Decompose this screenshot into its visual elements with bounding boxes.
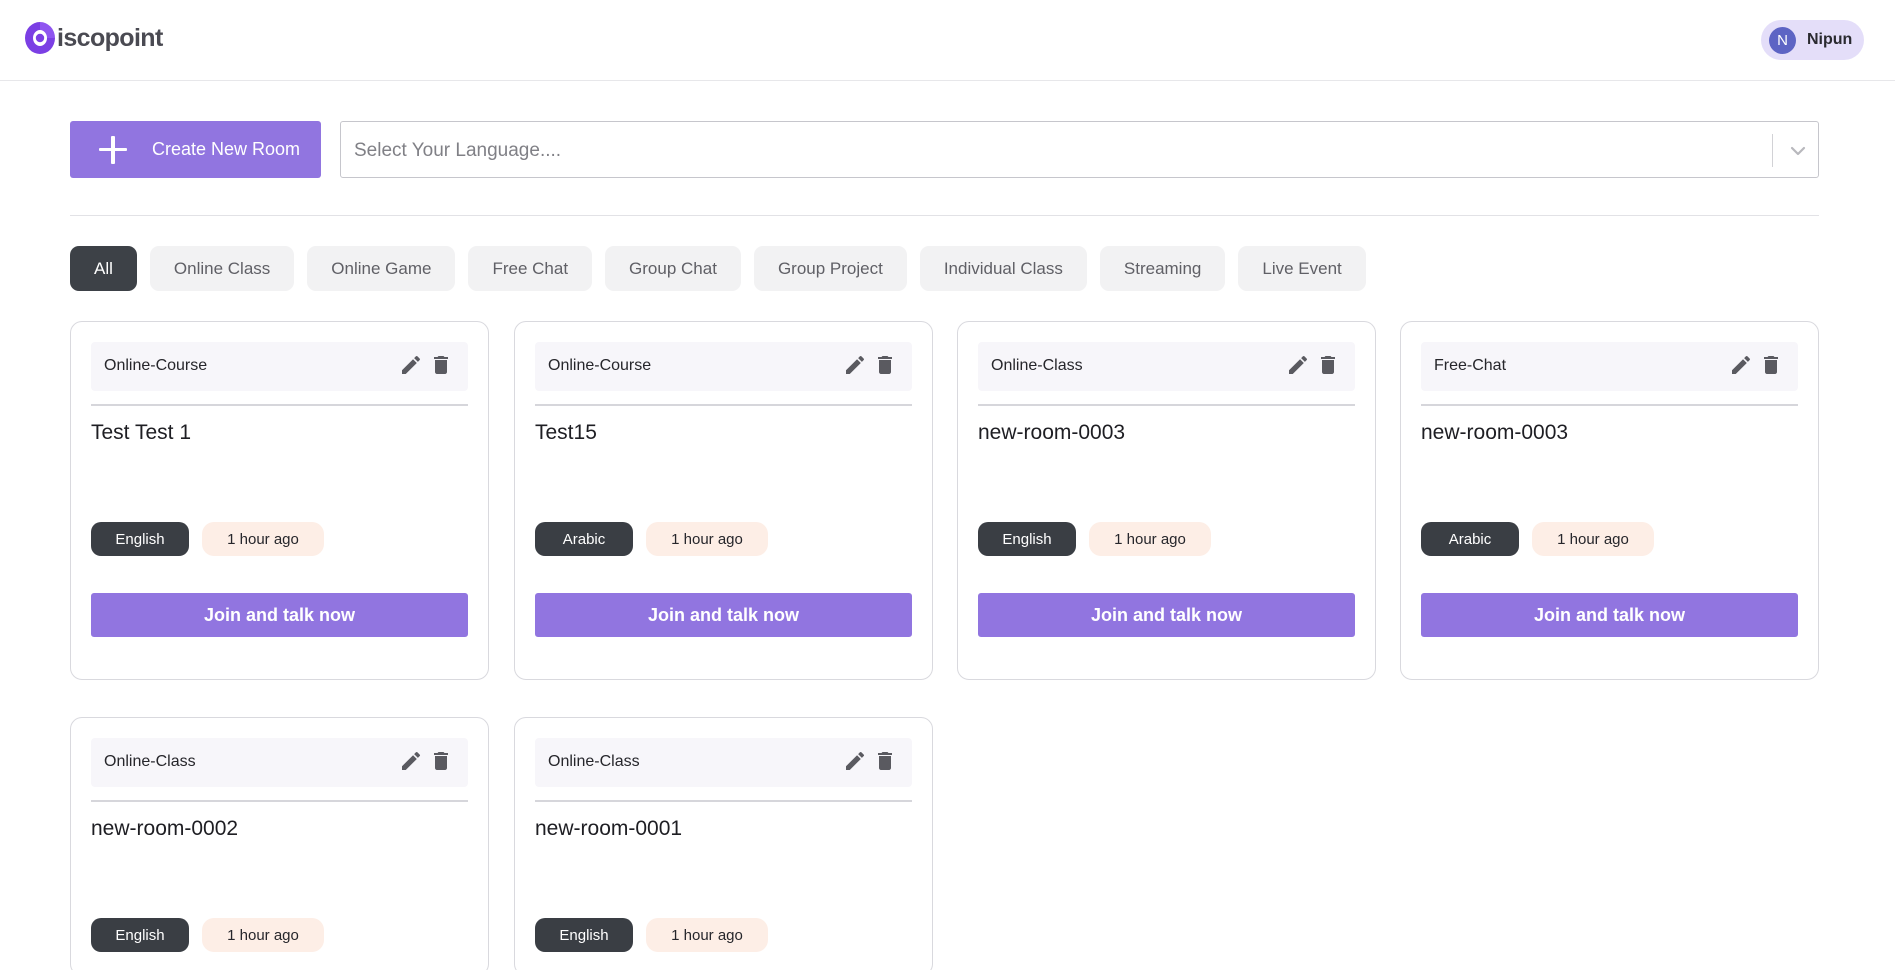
logo-text: iscopoint bbox=[57, 24, 163, 52]
language-badge: English bbox=[978, 522, 1076, 556]
room-card-header: Free-Chat bbox=[1421, 342, 1798, 391]
language-badge: Arabic bbox=[535, 522, 633, 556]
user-menu[interactable]: N Nipun bbox=[1761, 20, 1864, 60]
language-badge: English bbox=[91, 918, 189, 952]
time-badge: 1 hour ago bbox=[202, 522, 324, 556]
filter-free-chat[interactable]: Free Chat bbox=[468, 246, 593, 291]
language-badge: English bbox=[91, 522, 189, 556]
card-divider bbox=[91, 800, 468, 802]
edit-icon[interactable] bbox=[399, 749, 423, 773]
edit-icon[interactable] bbox=[843, 749, 867, 773]
top-bar: iscopoint N Nipun bbox=[0, 0, 1895, 81]
room-card: Online-Class new-room-0001 English 1 hou… bbox=[514, 717, 933, 970]
time-badge: 1 hour ago bbox=[1089, 522, 1211, 556]
card-divider bbox=[1421, 404, 1798, 406]
room-card-header: Online-Class bbox=[91, 738, 468, 787]
plus-icon bbox=[98, 135, 128, 165]
trash-icon[interactable] bbox=[873, 353, 897, 377]
time-badge: 1 hour ago bbox=[202, 918, 324, 952]
edit-icon[interactable] bbox=[843, 353, 867, 377]
card-divider bbox=[91, 404, 468, 406]
trash-icon[interactable] bbox=[1759, 353, 1783, 377]
room-title: new-room-0003 bbox=[978, 421, 1126, 444]
room-card: Online-Course Test Test 1 English 1 hour… bbox=[70, 321, 489, 680]
room-title: Test15 bbox=[535, 421, 597, 444]
filter-individual-class[interactable]: Individual Class bbox=[919, 246, 1087, 291]
filter-all[interactable]: All bbox=[70, 246, 137, 291]
logo-c-icon bbox=[25, 22, 55, 54]
category-filters: All Online Class Online Game Free Chat G… bbox=[70, 246, 1379, 291]
select-separator bbox=[1772, 134, 1773, 167]
join-button[interactable]: Join and talk now bbox=[978, 593, 1355, 637]
join-button[interactable]: Join and talk now bbox=[91, 593, 468, 637]
room-card-header: Online-Class bbox=[535, 738, 912, 787]
room-card-header: Online-Class bbox=[978, 342, 1355, 391]
room-title: Test Test 1 bbox=[91, 421, 191, 444]
chevron-down-icon[interactable] bbox=[1785, 138, 1811, 164]
room-title: new-room-0001 bbox=[535, 817, 683, 840]
join-button[interactable]: Join and talk now bbox=[535, 593, 912, 637]
language-select[interactable]: Select Your Language.... bbox=[340, 121, 1819, 178]
time-badge: 1 hour ago bbox=[646, 522, 768, 556]
join-button[interactable]: Join and talk now bbox=[1421, 593, 1798, 637]
card-divider bbox=[535, 800, 912, 802]
language-badge: Arabic bbox=[1421, 522, 1519, 556]
room-type: Online-Class bbox=[991, 357, 1083, 374]
trash-icon[interactable] bbox=[873, 749, 897, 773]
room-card: Free-Chat new-room-0003 Arabic 1 hour ag… bbox=[1400, 321, 1819, 680]
room-card-header: Online-Course bbox=[91, 342, 468, 391]
logo[interactable]: iscopoint bbox=[24, 20, 163, 56]
room-title: new-room-0003 bbox=[1421, 421, 1569, 444]
user-name: Nipun bbox=[1807, 31, 1853, 48]
time-badge: 1 hour ago bbox=[646, 918, 768, 952]
section-divider bbox=[70, 215, 1819, 216]
create-new-room-button[interactable]: Create New Room bbox=[70, 121, 321, 178]
edit-icon[interactable] bbox=[1729, 353, 1753, 377]
room-card: Online-Class new-room-0003 English 1 hou… bbox=[957, 321, 1376, 680]
filter-online-game[interactable]: Online Game bbox=[307, 246, 456, 291]
filter-streaming[interactable]: Streaming bbox=[1099, 246, 1226, 291]
card-divider bbox=[535, 404, 912, 406]
room-card: Online-Class new-room-0002 English 1 hou… bbox=[70, 717, 489, 970]
edit-icon[interactable] bbox=[1286, 353, 1310, 377]
trash-icon[interactable] bbox=[429, 353, 453, 377]
trash-icon[interactable] bbox=[429, 749, 453, 773]
card-divider bbox=[978, 404, 1355, 406]
time-badge: 1 hour ago bbox=[1532, 522, 1654, 556]
room-card-header: Online-Course bbox=[535, 342, 912, 391]
language-select-placeholder: Select Your Language.... bbox=[354, 140, 562, 161]
create-new-room-label: Create New Room bbox=[152, 139, 301, 159]
room-card: Online-Course Test15 Arabic 1 hour ago J… bbox=[514, 321, 933, 680]
language-badge: English bbox=[535, 918, 633, 952]
filter-live-event[interactable]: Live Event bbox=[1238, 246, 1366, 291]
room-type: Free-Chat bbox=[1434, 357, 1507, 374]
edit-icon[interactable] bbox=[399, 353, 423, 377]
trash-icon[interactable] bbox=[1316, 353, 1340, 377]
avatar: N bbox=[1769, 26, 1796, 54]
room-type: Online-Class bbox=[548, 753, 640, 770]
room-type: Online-Course bbox=[548, 357, 652, 374]
filter-online-class[interactable]: Online Class bbox=[149, 246, 295, 291]
filter-group-chat[interactable]: Group Chat bbox=[605, 246, 741, 291]
room-type: Online-Course bbox=[104, 357, 208, 374]
filter-group-project[interactable]: Group Project bbox=[753, 246, 907, 291]
room-type: Online-Class bbox=[104, 753, 196, 770]
room-title: new-room-0002 bbox=[91, 817, 239, 840]
